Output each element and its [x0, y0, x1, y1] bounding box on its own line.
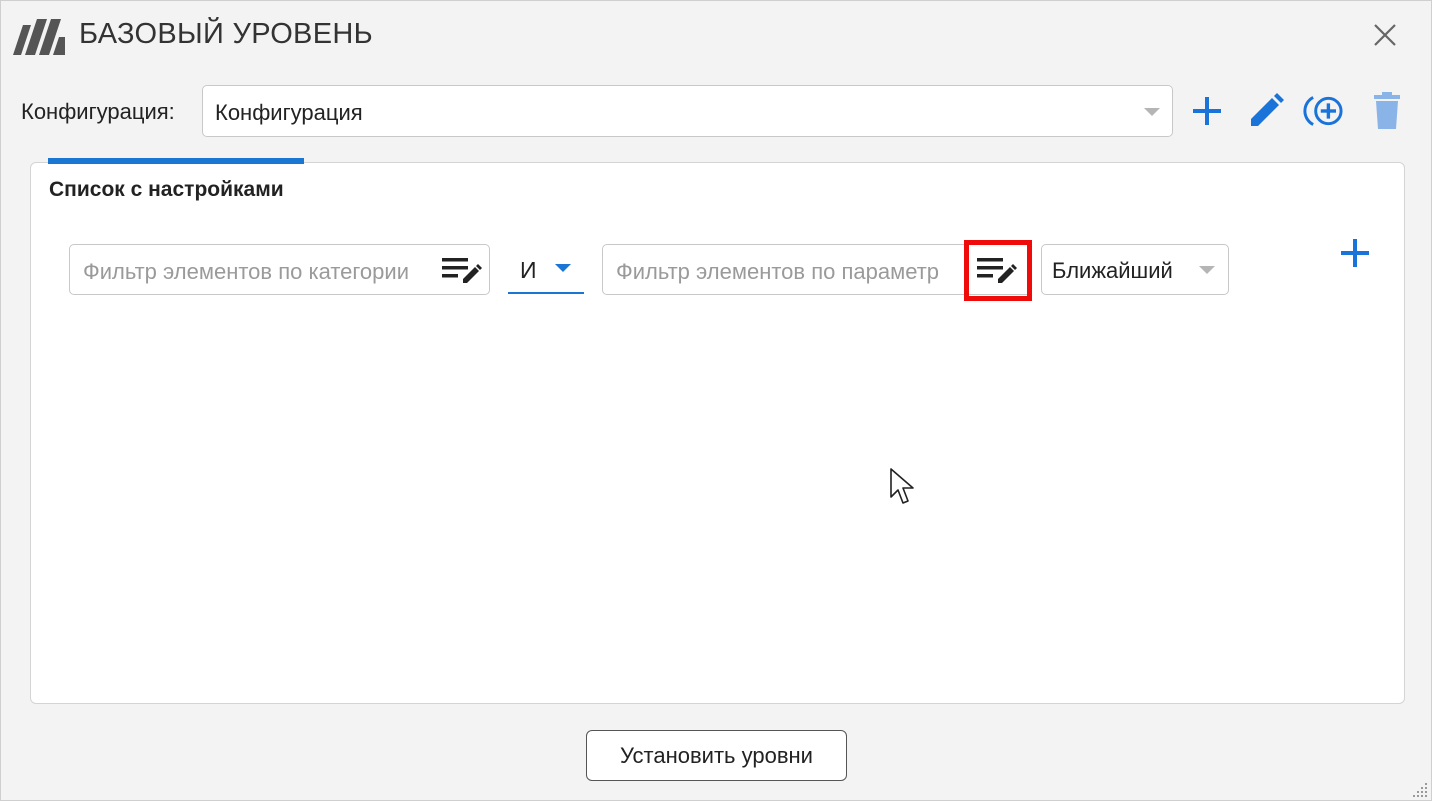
config-select-value: Конфигурация [215, 100, 363, 125]
trash-icon [1374, 92, 1400, 129]
category-filter-edit-button[interactable] [440, 251, 484, 289]
dialog-window: БАЗОВЫЙ УРОВЕНЬ Конфигурация: Конфигурац… [0, 0, 1432, 801]
edit-pencil-icon [1251, 93, 1284, 126]
parameter-filter-placeholder: Фильтр элементов по параметр [616, 259, 940, 284]
edit-list-icon [442, 258, 482, 283]
add-circle-config-button[interactable] [1303, 89, 1347, 133]
close-button[interactable] [1367, 17, 1403, 53]
add-row-button[interactable] [1335, 233, 1375, 273]
panel-tab-indicator [48, 158, 304, 164]
delete-config-button[interactable] [1365, 89, 1409, 133]
logic-operator-value: И [520, 257, 537, 283]
mouse-cursor-icon [890, 468, 914, 504]
resize-grip-icon[interactable] [1411, 781, 1429, 799]
set-levels-button[interactable]: Установить уровни [586, 730, 847, 781]
config-select[interactable]: Конфигурация [202, 85, 1173, 137]
chevron-down-icon [555, 264, 571, 272]
brand-logo-icon [13, 19, 65, 55]
edit-config-button[interactable] [1244, 89, 1288, 133]
add-icon [1193, 97, 1221, 125]
title-bar: БАЗОВЫЙ УРОВЕНЬ [1, 1, 1431, 71]
category-filter-field[interactable]: Фильтр элементов по категории [69, 244, 490, 295]
nearest-select[interactable]: Ближайший [1041, 244, 1229, 295]
chevron-down-icon [1144, 108, 1160, 116]
window-title: БАЗОВЫЙ УРОВЕНЬ [79, 18, 373, 50]
add-icon [1341, 239, 1369, 267]
category-filter-placeholder: Фильтр элементов по категории [83, 259, 409, 284]
logic-operator-select[interactable]: И [508, 246, 584, 294]
config-label: Конфигурация: [21, 99, 175, 124]
parameter-filter-edit-button[interactable] [975, 251, 1019, 289]
parameter-filter-field[interactable]: Фильтр элементов по параметр [602, 244, 1032, 295]
add-circle-icon [1303, 96, 1343, 126]
add-config-button[interactable] [1185, 89, 1229, 133]
panel-title: Список с настройками [49, 178, 284, 201]
close-icon [1374, 24, 1396, 46]
nearest-select-value: Ближайший [1052, 258, 1173, 283]
edit-list-icon [977, 258, 1017, 283]
chevron-down-icon [1199, 266, 1215, 274]
